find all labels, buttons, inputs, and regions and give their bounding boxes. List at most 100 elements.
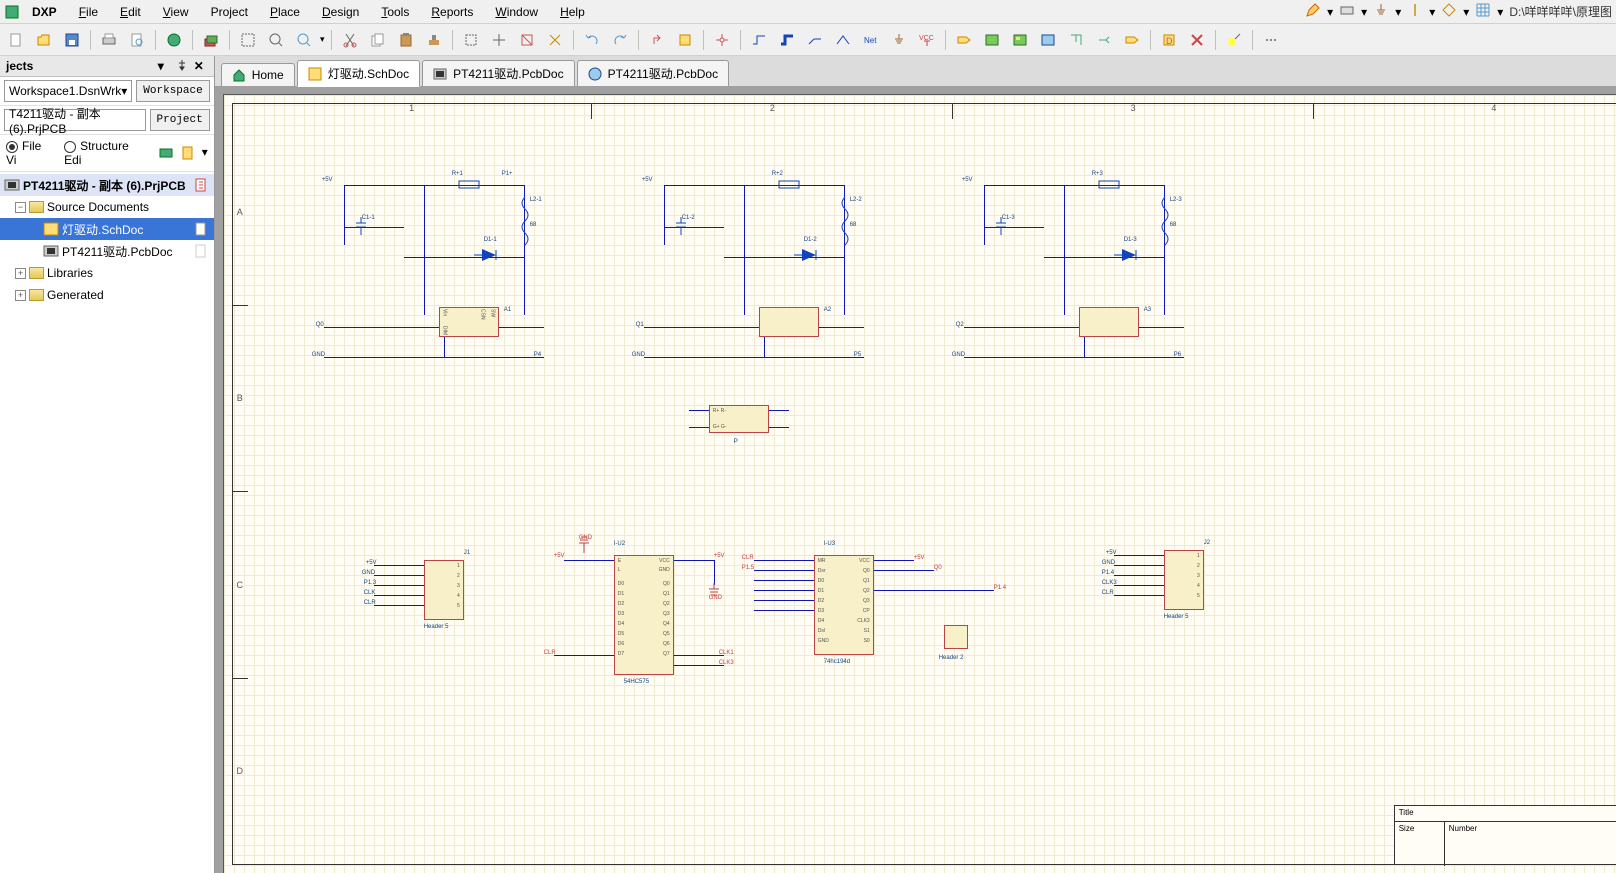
schematic-viewport[interactable]: 1 2 3 4 A B C D [215,86,1616,873]
tab-pcb1-label: PT4211驱动.PcbDoc [453,65,564,82]
place-sheet-symbol-icon[interactable] [980,28,1004,52]
sim-probe-icon[interactable] [1222,28,1246,52]
connector-p[interactable]: R+ R- G+ G- P [709,405,769,433]
menu-window[interactable]: Window [485,3,548,21]
schematic-sheet[interactable]: 1 2 3 4 A B C D [223,94,1616,873]
expand-icon[interactable]: + [15,268,26,279]
pin-icon[interactable] [176,59,190,73]
dropdown-arrow-icon[interactable]: ▾ [1361,5,1367,19]
clear-icon[interactable] [543,28,567,52]
cut-icon[interactable] [338,28,362,52]
save-icon[interactable] [60,28,84,52]
tb-gnd-icon[interactable] [1373,2,1389,21]
dropdown-icon[interactable]: ▾ [158,59,172,73]
copy-icon[interactable] [366,28,390,52]
place-wire-icon[interactable] [747,28,771,52]
tree-libraries[interactable]: + Libraries [0,262,214,284]
tb-grid-icon[interactable] [1475,2,1491,21]
menu-reports[interactable]: Reports [421,3,483,21]
tree-schdoc-item[interactable]: 灯驱动.SchDoc [0,218,214,240]
ruler-cell: B [232,306,248,493]
cross-probe-icon[interactable] [710,28,734,52]
dropdown-arrow-icon[interactable]: ▾ [1429,5,1435,19]
place-directive-icon[interactable]: D [1157,28,1181,52]
place-part-icon[interactable] [1120,28,1144,52]
hierarchy-down-icon[interactable] [673,28,697,52]
tab-home[interactable]: Home [221,63,295,86]
place-gnd-icon[interactable] [887,28,911,52]
place-port-icon[interactable] [952,28,976,52]
layers-icon[interactable] [199,28,223,52]
project-dropdown[interactable]: T4211驱动 - 副本 (6).PrjPCB [4,109,146,131]
workspace-button[interactable]: Workspace [136,80,209,102]
dropdown-arrow-icon[interactable]: ▾ [1497,5,1503,19]
new-icon[interactable] [4,28,28,52]
tab-pcbdoc-1[interactable]: PT4211驱动.PcbDoc [422,60,575,86]
place-device-sheet-icon[interactable] [1036,28,1060,52]
menu-view[interactable]: View [153,3,199,21]
place-vcc-icon[interactable]: VCC [915,28,939,52]
select-rect-icon[interactable] [236,28,260,52]
menu-project[interactable]: Project [201,3,258,21]
place-bus-entry-icon[interactable] [803,28,827,52]
globe-icon[interactable] [162,28,186,52]
undo-icon[interactable] [580,28,604,52]
options-icon[interactable] [180,145,196,161]
dropdown-arrow-icon[interactable]: ▾ [1395,5,1401,19]
redo-icon[interactable] [608,28,632,52]
dropdown-arrow-icon[interactable]: ▾ [320,34,325,45]
driver-circuit-1[interactable]: Vin DIM CSN SW +5V R+1 P1+ L2-1 68 D1-1 [324,177,544,367]
collapse-icon[interactable]: − [15,202,26,213]
place-harness-entry-icon[interactable] [1092,28,1116,52]
tb-diamond-icon[interactable] [1441,2,1457,21]
more-icon[interactable] [1259,28,1283,52]
structure-view-radio[interactable]: Structure Edi [64,139,148,167]
config-icon[interactable] [158,145,174,161]
zoom-icon[interactable] [292,28,316,52]
tree-project-root[interactable]: PT4211驱动 - 副本 (6).PrjPCB [0,174,214,196]
tree-generated[interactable]: + Generated [0,284,214,306]
separator [638,30,639,50]
menu-help[interactable]: Help [550,3,595,21]
menu-place[interactable]: Place [260,3,310,21]
open-icon[interactable] [32,28,56,52]
driver-circuit-3[interactable]: +5V R+3 L2-3 68 D1-3 C1-3 A3 Q2 GND P6 [964,177,1184,367]
move-icon[interactable] [487,28,511,52]
project-button[interactable]: Project [150,109,210,131]
driver-circuit-2[interactable]: +5V R+2 L2-2 68 D1-2 C1-2 A2 Q1 GND P5 [644,177,864,367]
place-bus-icon[interactable] [775,28,799,52]
menu-edit[interactable]: Edit [110,3,151,21]
rubber-stamp-icon[interactable] [422,28,446,52]
menu-file[interactable]: File [69,3,108,21]
workspace-dropdown[interactable]: Workspace1.DsnWrk ▾ [4,80,132,102]
menu-design[interactable]: Design [312,3,369,21]
close-icon[interactable]: ✕ [194,59,208,73]
select-icon[interactable] [459,28,483,52]
zoom-fit-icon[interactable] [264,28,288,52]
tab-schdoc[interactable]: 灯驱动.SchDoc [297,60,420,87]
delete-icon[interactable] [1185,28,1209,52]
dropdown-arrow-icon[interactable]: ▾ [202,145,208,161]
tree-source-documents[interactable]: − Source Documents [0,196,214,218]
place-harness-icon[interactable] [1064,28,1088,52]
tb-pencil-icon[interactable] [1305,2,1321,21]
tb-bar-icon[interactable] [1407,2,1423,21]
ruler-cell: 1 [232,103,593,119]
tb-print-icon[interactable] [1339,2,1355,21]
hierarchy-up-icon[interactable] [645,28,669,52]
expand-icon[interactable]: + [15,290,26,301]
dropdown-arrow-icon[interactable]: ▾ [1463,5,1469,19]
file-view-radio[interactable]: File Vi [6,139,54,167]
place-net-label-icon[interactable] [831,28,855,52]
preview-icon[interactable] [125,28,149,52]
place-sheet-entry-icon[interactable] [1008,28,1032,52]
paste-icon[interactable] [394,28,418,52]
menu-tools[interactable]: Tools [371,3,419,21]
print-icon[interactable] [97,28,121,52]
tree-pcbdoc-item[interactable]: PT4211驱动.PcbDoc [0,240,214,262]
deselect-icon[interactable] [515,28,539,52]
tab-pcbdoc-2[interactable]: PT4211驱动.PcbDoc [577,60,730,86]
net-label-text-icon[interactable]: Net [859,28,883,52]
dropdown-arrow-icon[interactable]: ▾ [1327,5,1333,19]
menu-dxp[interactable]: DXP [22,3,67,21]
